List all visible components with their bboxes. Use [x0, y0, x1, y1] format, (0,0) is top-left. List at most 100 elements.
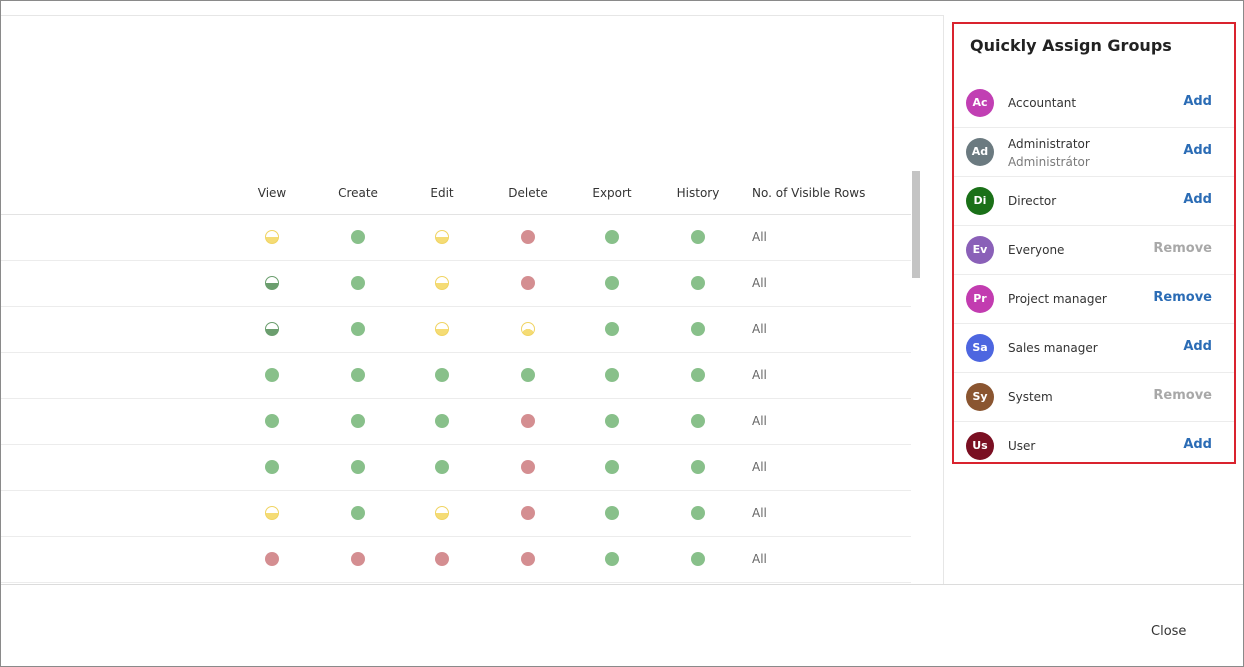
permission-cell-history[interactable] [691, 414, 705, 428]
column-header-view: View [257, 186, 287, 200]
permission-cell-create[interactable] [351, 322, 365, 336]
permission-level-full-green-icon [351, 414, 365, 428]
permission-cell-delete[interactable] [521, 460, 535, 474]
visible-rows-value[interactable]: All [752, 552, 767, 566]
permission-cell-create[interactable] [351, 460, 365, 474]
table-row[interactable]: All [1, 307, 911, 353]
visible-rows-value[interactable]: All [752, 414, 767, 428]
permission-cell-view[interactable] [265, 368, 279, 382]
permission-level-full-green-icon [351, 230, 365, 244]
permission-cell-view[interactable] [265, 506, 279, 520]
permission-cell-history[interactable] [691, 460, 705, 474]
permission-cell-create[interactable] [351, 368, 365, 382]
permission-cell-export[interactable] [605, 368, 619, 382]
permission-cell-export[interactable] [605, 414, 619, 428]
permission-level-full-green-icon [691, 322, 705, 336]
permission-level-full-green-icon [691, 506, 705, 520]
table-row[interactable]: All [1, 215, 911, 261]
permission-cell-edit[interactable] [435, 506, 449, 520]
permission-level-full-green-icon [605, 368, 619, 382]
permission-cell-view[interactable] [265, 230, 279, 244]
quick-assign-panel: Quickly Assign Groups Ac Accountant Add Ad A… [952, 22, 1236, 464]
table-row[interactable]: All [1, 353, 911, 399]
group-item-user: Us User Add [954, 422, 1234, 470]
permission-level-full-green-icon [605, 552, 619, 566]
visible-rows-value[interactable]: All [752, 460, 767, 474]
visible-rows-value[interactable]: All [752, 322, 767, 336]
permission-cell-edit[interactable] [435, 414, 449, 428]
visible-rows-value[interactable]: All [752, 506, 767, 520]
permission-cell-history[interactable] [691, 368, 705, 382]
permission-cell-view[interactable] [265, 276, 279, 290]
permission-cell-create[interactable] [351, 506, 365, 520]
permission-cell-delete[interactable] [521, 552, 535, 566]
permission-cell-view[interactable] [265, 322, 279, 336]
permission-cell-export[interactable] [605, 460, 619, 474]
permission-cell-export[interactable] [605, 322, 619, 336]
group-item-project-manager: Pr Project manager Remove [954, 275, 1234, 324]
permission-cell-edit[interactable] [435, 230, 449, 244]
group-remove-button[interactable]: Remove [1153, 241, 1212, 256]
permission-cell-delete[interactable] [521, 322, 535, 336]
permission-cell-export[interactable] [605, 552, 619, 566]
permission-cell-delete[interactable] [521, 506, 535, 520]
group-avatar: Sy [966, 383, 994, 411]
permission-cell-history[interactable] [691, 322, 705, 336]
permission-cell-delete[interactable] [521, 368, 535, 382]
permission-cell-history[interactable] [691, 276, 705, 290]
permission-cell-edit[interactable] [435, 368, 449, 382]
permission-cell-view[interactable] [265, 414, 279, 428]
permission-cell-history[interactable] [691, 552, 705, 566]
group-add-button[interactable]: Add [1183, 192, 1212, 207]
permission-cell-delete[interactable] [521, 414, 535, 428]
table-row[interactable]: All [1, 537, 911, 583]
permission-level-full-green-icon [435, 460, 449, 474]
permission-cell-history[interactable] [691, 230, 705, 244]
visible-rows-value[interactable]: All [752, 368, 767, 382]
group-add-button[interactable]: Add [1183, 94, 1212, 109]
permission-cell-history[interactable] [691, 506, 705, 520]
permission-level-full-green-icon [351, 460, 365, 474]
close-button[interactable]: Close [1151, 624, 1186, 639]
permission-cell-view[interactable] [265, 460, 279, 474]
permission-cell-view[interactable] [265, 552, 279, 566]
permission-cell-edit[interactable] [435, 322, 449, 336]
permission-cell-create[interactable] [351, 414, 365, 428]
group-remove-button[interactable]: Remove [1153, 388, 1212, 403]
group-avatar: Us [966, 432, 994, 460]
table-row[interactable]: All [1, 399, 911, 445]
visible-rows-value[interactable]: All [752, 230, 767, 244]
group-add-button[interactable]: Add [1183, 437, 1212, 452]
permission-cell-delete[interactable] [521, 276, 535, 290]
permission-cell-create[interactable] [351, 276, 365, 290]
permission-level-half-yellow-icon [435, 230, 449, 244]
table-row[interactable]: All [1, 445, 911, 491]
group-name: Director [1008, 194, 1057, 208]
permission-cell-export[interactable] [605, 506, 619, 520]
panel-title: Quickly Assign Groups [970, 36, 1172, 55]
permission-cell-export[interactable] [605, 230, 619, 244]
permission-cell-export[interactable] [605, 276, 619, 290]
table-scrollbar-thumb[interactable] [912, 171, 920, 278]
group-item-everyone: Ev Everyone Remove [954, 226, 1234, 275]
footer-divider [1, 584, 1243, 585]
group-avatar: Ac [966, 89, 994, 117]
permission-level-full-red-icon [521, 414, 535, 428]
visible-rows-value[interactable]: All [752, 276, 767, 290]
permission-cell-create[interactable] [351, 230, 365, 244]
group-name: Project manager [1008, 292, 1107, 306]
permission-cell-edit[interactable] [435, 552, 449, 566]
permission-cell-create[interactable] [351, 552, 365, 566]
permission-level-full-green-icon [605, 506, 619, 520]
group-add-button[interactable]: Add [1183, 143, 1212, 158]
group-remove-button[interactable]: Remove [1153, 290, 1212, 305]
table-row[interactable]: All [1, 491, 911, 537]
permission-cell-edit[interactable] [435, 460, 449, 474]
group-name: Everyone [1008, 243, 1065, 257]
permission-cell-edit[interactable] [435, 276, 449, 290]
permission-level-full-green-icon [521, 368, 535, 382]
group-name: System [1008, 390, 1053, 404]
table-row[interactable]: All [1, 261, 911, 307]
group-add-button[interactable]: Add [1183, 339, 1212, 354]
permission-cell-delete[interactable] [521, 230, 535, 244]
